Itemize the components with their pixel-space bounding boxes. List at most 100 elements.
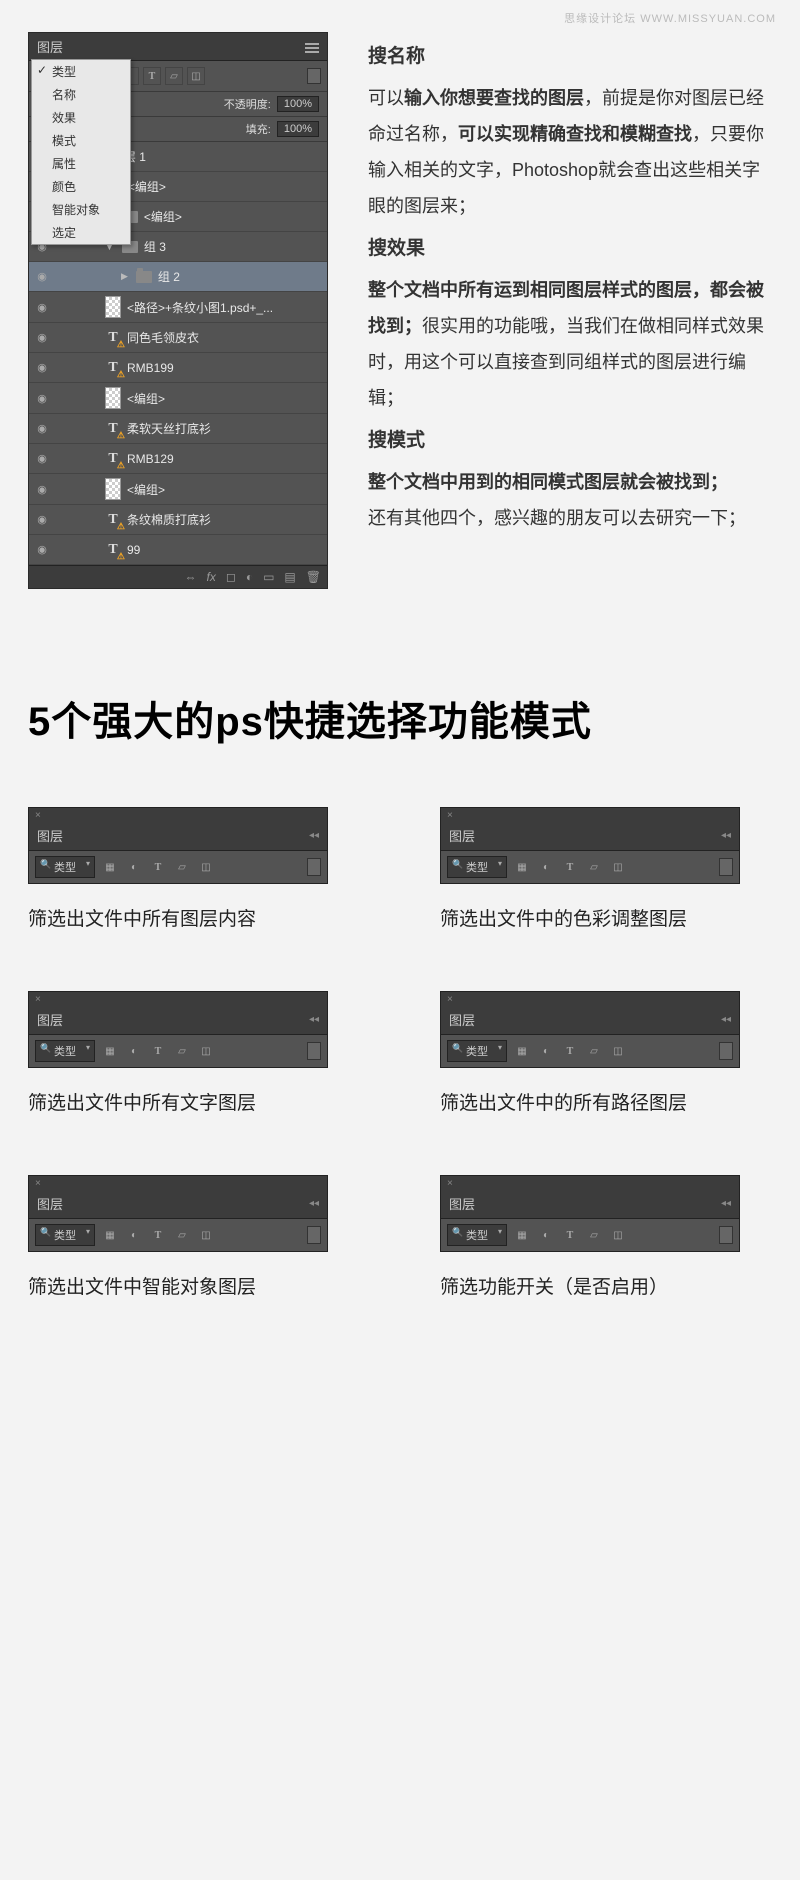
close-icon[interactable]: × [29,808,327,823]
adjustment-icon[interactable]: ◐ [246,570,253,584]
adjust-filter-icon[interactable] [125,858,143,876]
menu-item-color[interactable]: 颜色 [32,175,130,198]
mini-panel-tab[interactable]: 图层 [449,826,475,845]
filter-text-icon[interactable] [143,67,161,85]
text-filter-icon[interactable] [149,1042,167,1060]
menu-item-effect[interactable]: 效果 [32,106,130,129]
smart-filter-icon[interactable] [609,1042,627,1060]
visibility-eye-icon[interactable] [35,391,49,405]
adjust-filter-icon[interactable] [125,1226,143,1244]
menu-item-name[interactable]: 名称 [32,83,130,106]
mini-filter-dropdown[interactable]: 类型 [447,1040,507,1062]
link-layers-icon[interactable]: ⇔ [185,570,197,584]
image-filter-icon[interactable] [101,858,119,876]
visibility-eye-icon[interactable] [35,331,49,345]
smart-filter-icon[interactable] [197,1226,215,1244]
close-icon[interactable]: × [441,808,739,823]
adjust-filter-icon[interactable] [125,1042,143,1060]
filter-smart-icon[interactable] [187,67,205,85]
close-icon[interactable]: × [441,1176,739,1191]
filter-toggle-switch[interactable] [307,1226,321,1244]
text-filter-icon[interactable] [149,858,167,876]
close-icon[interactable]: × [29,1176,327,1191]
mask-icon[interactable]: ◻ [226,570,236,584]
visibility-eye-icon[interactable] [35,452,49,466]
collapse-icon[interactable]: ◂◂ [309,1014,319,1025]
visibility-eye-icon[interactable] [35,422,49,436]
mini-filter-dropdown[interactable]: 类型 [35,1040,95,1062]
mini-filter-dropdown[interactable]: 类型 [447,856,507,878]
menu-item-type[interactable]: 类型 [32,60,130,83]
layer-row[interactable]: <编组> [29,383,327,414]
shape-filter-icon[interactable] [585,858,603,876]
text-filter-icon[interactable] [561,858,579,876]
visibility-eye-icon[interactable] [35,513,49,527]
new-layer-icon[interactable]: ▤ [284,570,295,584]
collapse-icon[interactable]: ◂◂ [721,1198,731,1209]
visibility-eye-icon[interactable] [35,300,49,314]
image-filter-icon[interactable] [513,1042,531,1060]
visibility-eye-icon[interactable] [35,482,49,496]
visibility-eye-icon[interactable] [35,270,49,284]
shape-filter-icon[interactable] [585,1042,603,1060]
text-filter-icon[interactable] [561,1042,579,1060]
expand-triangle-icon[interactable]: ▶ [121,271,128,282]
trash-icon[interactable]: 🗑 [306,570,321,584]
collapse-icon[interactable]: ◂◂ [309,830,319,841]
adjust-filter-icon[interactable] [537,858,555,876]
filter-toggle-switch[interactable] [307,1042,321,1060]
close-icon[interactable]: × [441,992,739,1007]
mini-panel-tab[interactable]: 图层 [37,826,63,845]
image-filter-icon[interactable] [101,1226,119,1244]
filter-toggle-switch[interactable] [307,858,321,876]
image-filter-icon[interactable] [513,858,531,876]
image-filter-icon[interactable] [513,1226,531,1244]
menu-item-attr[interactable]: 属性 [32,152,130,175]
mini-filter-dropdown[interactable]: 类型 [35,856,95,878]
collapse-icon[interactable]: ◂◂ [721,1014,731,1025]
close-icon[interactable]: × [29,992,327,1007]
filter-toggle-switch[interactable] [719,858,733,876]
mini-filter-dropdown[interactable]: 类型 [35,1224,95,1246]
menu-item-selected[interactable]: 选定 [32,221,130,244]
smart-filter-icon[interactable] [609,858,627,876]
filter-shape-icon[interactable] [165,67,183,85]
layer-row[interactable]: ▶组 2 [29,262,327,292]
smart-filter-icon[interactable] [609,1226,627,1244]
shape-filter-icon[interactable] [173,1226,191,1244]
shape-filter-icon[interactable] [173,858,191,876]
visibility-eye-icon[interactable] [35,543,49,557]
layer-row[interactable]: TRMB129 [29,444,327,474]
filter-toggle-switch[interactable] [719,1226,733,1244]
layer-row[interactable]: T99 [29,535,327,565]
collapse-icon[interactable]: ◂◂ [721,830,731,841]
shape-filter-icon[interactable] [173,1042,191,1060]
fx-icon[interactable]: fx [207,570,216,584]
text-filter-icon[interactable] [561,1226,579,1244]
adjust-filter-icon[interactable] [537,1226,555,1244]
image-filter-icon[interactable] [101,1042,119,1060]
mini-panel-tab[interactable]: 图层 [37,1194,63,1213]
layer-row[interactable]: T同色毛领皮衣 [29,323,327,353]
smart-filter-icon[interactable] [197,858,215,876]
layer-row[interactable]: <路径>+条纹小图1.psd+_... [29,292,327,323]
layer-row[interactable]: TRMB199 [29,353,327,383]
group-icon[interactable]: ▭ [263,570,274,584]
panel-menu-icon[interactable] [305,41,319,53]
layer-row[interactable]: T条纹棉质打底衫 [29,505,327,535]
mini-filter-dropdown[interactable]: 类型 [447,1224,507,1246]
collapse-icon[interactable]: ◂◂ [309,1198,319,1209]
filter-toggle-switch[interactable] [719,1042,733,1060]
mini-panel-tab[interactable]: 图层 [449,1194,475,1213]
shape-filter-icon[interactable] [585,1226,603,1244]
panel-tab-layers[interactable]: 图层 [37,37,63,56]
text-filter-icon[interactable] [149,1226,167,1244]
adjust-filter-icon[interactable] [537,1042,555,1060]
mini-panel-tab[interactable]: 图层 [449,1010,475,1029]
menu-item-smart[interactable]: 智能对象 [32,198,130,221]
mini-panel-tab[interactable]: 图层 [37,1010,63,1029]
smart-filter-icon[interactable] [197,1042,215,1060]
layer-row[interactable]: T柔软天丝打底衫 [29,414,327,444]
menu-item-mode[interactable]: 模式 [32,129,130,152]
fill-value[interactable]: 100% [277,121,319,137]
